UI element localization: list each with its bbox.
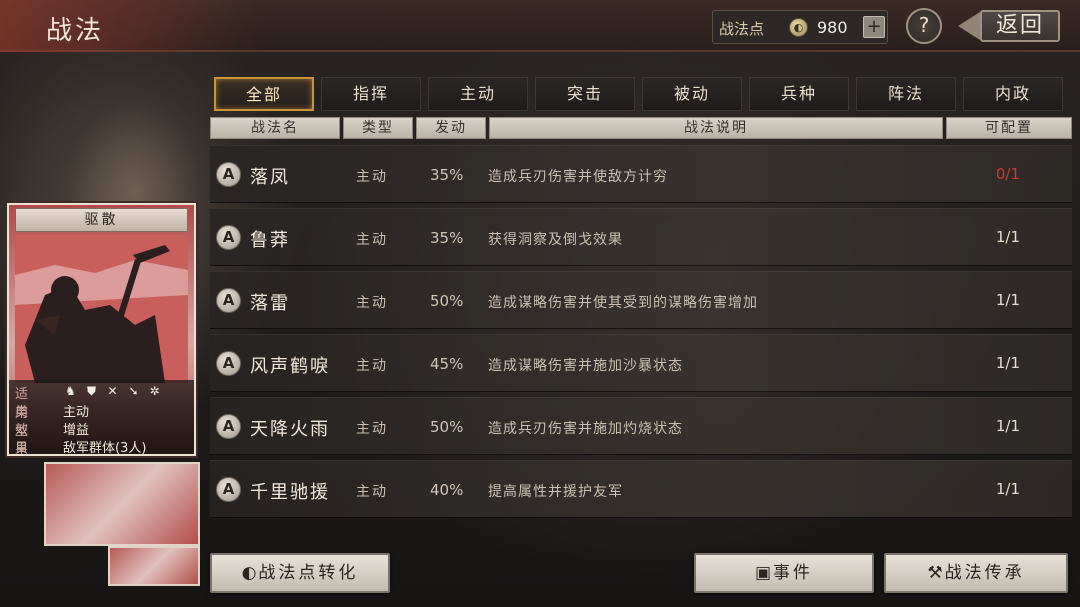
tactic-type: 主动 [356,484,388,500]
event-label: 事件 [773,563,814,583]
tab-domestic[interactable]: 内政 [963,77,1063,111]
grade-badge: A [216,288,241,313]
tactic-card-thumbnail[interactable] [44,462,200,546]
tactic-name: 风声鹤唳 [250,356,330,377]
tab-command[interactable]: 指挥 [321,77,421,111]
tactic-name: 天降火雨 [250,419,330,440]
grade-badge: A [216,162,241,187]
tactic-rate: 45% [430,355,464,373]
tactic-description: 提高属性并援护友军 [488,484,623,500]
tactic-type: 主动 [356,421,388,437]
tactic-row[interactable]: A 天降火雨 主动 50% 造成兵刃伤害并施加灼烧状态 1/1 [210,397,1072,455]
page-title: 战法 [46,16,105,46]
tactic-name: 落雷 [250,293,290,314]
tactic-rate: 35% [430,166,464,184]
scroll-icon: ▣ [754,563,772,583]
tactic-description: 造成兵刃伤害并使敌方计穷 [488,169,668,185]
selected-tactic-card[interactable]: 驱散 适用 ♞ ⛊ ✕ ➘ ✲ 类型 主动 效果 增益 目标 [7,203,196,456]
tactic-row[interactable]: A 落雷 主动 50% 造成谋略伤害并使其受到的谋略伤害增加 1/1 [210,271,1072,329]
tactic-description: 造成谋略伤害并施加沙暴状态 [488,358,683,374]
tactic-name: 落凤 [250,167,290,188]
tactic-name: 鲁莽 [250,230,290,251]
column-header-rate[interactable]: 发动 [416,117,486,139]
effect-value: 增益 [63,423,90,438]
grade-badge: A [216,351,241,376]
card-info-panel: 适用 ♞ ⛊ ✕ ➘ ✲ 类型 主动 效果 增益 目标 敌军群体(3人) [9,380,194,454]
tactic-row[interactable]: A 落凤 主动 35% 造成兵刃伤害并使敌方计穷 0/1 [210,145,1072,203]
hammer-icon: ⚒ [927,563,943,583]
tactic-slots: 1/1 [995,291,1020,309]
tactic-row[interactable]: A 千里驰援 主动 40% 提高属性并援护友军 1/1 [210,460,1072,518]
tactic-type: 主动 [356,295,388,311]
column-header-slots[interactable]: 可配置 [946,117,1072,139]
tactic-row[interactable]: A 鲁莽 主动 35% 获得洞察及倒戈效果 1/1 [210,208,1072,266]
tactic-slots: 1/1 [995,228,1020,246]
warrior-artwork [15,235,188,383]
add-points-button[interactable]: + [863,16,885,38]
back-button[interactable]: 返回 [958,8,1062,44]
bow-icon: ✕ [107,384,118,398]
back-arrow-icon [958,12,980,40]
tactic-name: 千里驰援 [250,482,330,503]
tactic-rate: 50% [430,418,464,436]
target-label: 目标 [15,441,29,456]
type-value: 主动 [63,405,90,420]
column-header-description: 战法说明 [489,117,943,139]
column-header-type[interactable]: 类型 [343,117,413,139]
tactic-card-thumbnail[interactable] [108,546,200,586]
tactic-slots: 0/1 [995,165,1020,183]
tab-passive[interactable]: 被动 [642,77,742,111]
grade-badge: A [216,225,241,250]
top-bar-glow [0,0,260,52]
tactic-points-label: 战法点 [719,20,765,38]
target-value: 敌军群体(3人) [63,441,147,456]
spear-icon: ➘ [128,384,139,398]
tactic-slots: 1/1 [995,480,1020,498]
category-tabs: 全部 指挥 主动 突击 被动 兵种 阵法 内政 [214,77,1074,113]
top-bar: 战法 战法点 ◐ 980 + ? 返回 [0,0,1080,52]
grade-badge: A [216,477,241,502]
tactic-slots: 1/1 [995,354,1020,372]
tab-assault[interactable]: 突击 [535,77,635,111]
tactic-slots: 1/1 [995,417,1020,435]
grade-badge: A [216,414,241,439]
tactic-rate: 35% [430,229,464,247]
tactic-description: 获得洞察及倒戈效果 [488,232,623,248]
coin-icon: ◐ [241,563,257,583]
tab-troop[interactable]: 兵种 [749,77,849,111]
shield-icon: ⛊ [86,384,96,398]
cavalry-icon: ♞ [65,384,76,398]
tactic-row[interactable]: A 风声鹤唳 主动 45% 造成谋略伤害并施加沙暴状态 1/1 [210,334,1072,392]
tab-formation[interactable]: 阵法 [856,77,956,111]
convert-points-label: 战法点转化 [258,563,359,583]
tactic-point-coin-icon: ◐ [789,18,808,37]
tab-active[interactable]: 主动 [428,77,528,111]
tactic-description: 造成兵刃伤害并施加灼烧状态 [488,421,683,437]
back-button-label: 返回 [980,10,1060,42]
tactic-points-panel: 战法点 ◐ 980 + [712,10,888,44]
convert-points-button[interactable]: ◐ 战法点转化 [210,553,390,593]
event-button[interactable]: ▣ 事件 [694,553,874,593]
wheel-icon: ✲ [149,384,160,398]
tactic-list: A 落凤 主动 35% 造成兵刃伤害并使敌方计穷 0/1 A 鲁莽 主动 35%… [210,145,1072,525]
help-button[interactable]: ? [906,8,942,44]
tactic-type: 主动 [356,232,388,248]
tactic-points-value: 980 [817,18,848,37]
tactic-type: 主动 [356,358,388,374]
column-header-name[interactable]: 战法名 [210,117,340,139]
tab-all[interactable]: 全部 [214,77,314,111]
inherit-tactic-label: 战法传承 [944,563,1025,583]
card-title: 驱散 [15,208,188,232]
tactic-type: 主动 [356,169,388,185]
tactic-rate: 50% [430,292,464,310]
tactic-rate: 40% [430,481,464,499]
inherit-tactic-button[interactable]: ⚒ 战法传承 [884,553,1068,593]
tactic-description: 造成谋略伤害并使其受到的谋略伤害增加 [488,295,758,311]
